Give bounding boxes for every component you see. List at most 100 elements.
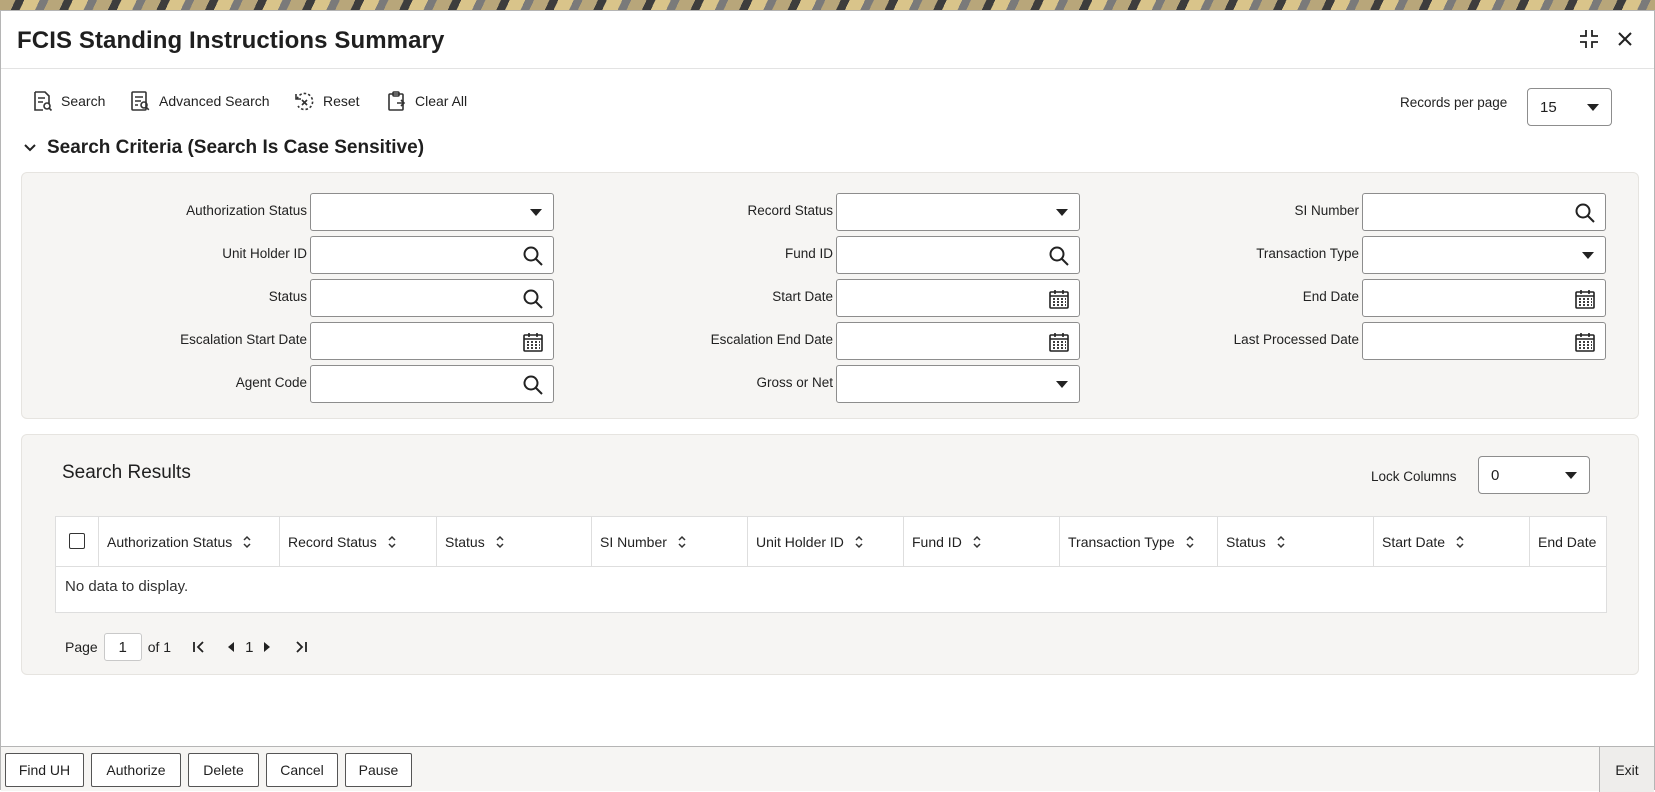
- chevron-down-icon: [1582, 252, 1594, 259]
- records-per-page-value: 15: [1540, 98, 1557, 116]
- agent-code-input[interactable]: [310, 365, 554, 403]
- reset-button[interactable]: Reset: [293, 87, 360, 115]
- first-page-icon[interactable]: [189, 637, 209, 657]
- page-total-label: of 1: [147, 639, 172, 655]
- column-header[interactable]: Status: [1218, 517, 1374, 567]
- advanced-search-button[interactable]: Advanced Search: [129, 87, 270, 115]
- footer-bar: Find UH Authorize Delete Cancel Pause Ex…: [1, 746, 1654, 792]
- end-date-label: End Date: [1302, 289, 1359, 304]
- escalation-start-date-label: Escalation Start Date: [180, 332, 307, 347]
- last-page-icon[interactable]: [291, 637, 311, 657]
- window-decoration-strip: [0, 0, 1655, 10]
- last-processed-date-input[interactable]: [1362, 322, 1606, 360]
- clear-all-button-label: Clear All: [415, 93, 468, 109]
- column-header[interactable]: Authorization Status: [99, 517, 280, 567]
- find-uh-button[interactable]: Find UH: [5, 753, 84, 787]
- si-number-input[interactable]: [1362, 193, 1606, 231]
- sort-icon[interactable]: [972, 535, 982, 549]
- lock-columns-select[interactable]: 0: [1478, 456, 1590, 494]
- pause-button[interactable]: Pause: [345, 753, 412, 787]
- escalation-end-date-input[interactable]: [836, 322, 1080, 360]
- lock-columns-label: Lock Columns: [1371, 469, 1457, 484]
- authorization-status-select[interactable]: [310, 193, 554, 231]
- search-icon[interactable]: [522, 245, 544, 267]
- column-header[interactable]: Unit Holder ID: [748, 517, 904, 567]
- title-bar: FCIS Standing Instructions Summary: [1, 11, 1654, 69]
- search-button[interactable]: Search: [31, 87, 105, 115]
- column-header-label: End Date: [1538, 534, 1597, 550]
- search-icon[interactable]: [1048, 245, 1070, 267]
- column-header-label: Status: [445, 534, 485, 550]
- column-header[interactable]: Transaction Type: [1060, 517, 1218, 567]
- sort-icon[interactable]: [1185, 535, 1195, 549]
- chevron-down-icon: [1056, 209, 1068, 216]
- fund-id-input[interactable]: [836, 236, 1080, 274]
- transaction-type-select[interactable]: [1362, 236, 1606, 274]
- chevron-down-icon: [530, 209, 542, 216]
- column-header[interactable]: Status: [437, 517, 592, 567]
- clear-all-button[interactable]: Clear All: [385, 87, 467, 115]
- column-header[interactable]: Record Status: [280, 517, 437, 567]
- unit-holder-id-input[interactable]: [310, 236, 554, 274]
- search-criteria-panel: Authorization Status Record Status SI Nu…: [21, 172, 1639, 419]
- records-per-page-label: Records per page: [1400, 95, 1508, 110]
- results-table: Authorization Status Record Status Statu…: [55, 516, 1607, 613]
- calendar-icon[interactable]: [1574, 288, 1596, 310]
- column-header[interactable]: SI Number: [592, 517, 748, 567]
- unit-holder-id-label: Unit Holder ID: [222, 246, 307, 261]
- calendar-icon[interactable]: [1048, 331, 1070, 353]
- sort-icon[interactable]: [495, 535, 505, 549]
- sort-icon[interactable]: [1276, 535, 1286, 549]
- next-page-icon[interactable]: [257, 637, 277, 657]
- search-icon[interactable]: [522, 374, 544, 396]
- column-header-label: Fund ID: [912, 534, 962, 550]
- sort-icon[interactable]: [854, 535, 864, 549]
- sort-icon[interactable]: [387, 535, 397, 549]
- search-criteria-toggle[interactable]: Search Criteria (Search Is Case Sensitiv…: [23, 137, 424, 159]
- column-header[interactable]: Start Date: [1374, 517, 1530, 567]
- start-date-label: Start Date: [772, 289, 833, 304]
- close-icon[interactable]: [1611, 25, 1639, 53]
- si-number-label: SI Number: [1294, 203, 1359, 218]
- gross-or-net-label: Gross or Net: [756, 375, 833, 390]
- page-label: Page: [65, 639, 98, 655]
- clipboard-icon: [388, 91, 406, 111]
- sort-icon[interactable]: [1455, 535, 1465, 549]
- previous-page-icon[interactable]: [221, 637, 241, 657]
- column-header[interactable]: End Date: [1530, 517, 1608, 567]
- records-per-page-select[interactable]: 15: [1527, 88, 1612, 126]
- lock-columns-value: 0: [1491, 466, 1500, 484]
- pagination: Page 1 of 1 1: [65, 632, 311, 662]
- authorize-button[interactable]: Authorize: [91, 753, 181, 787]
- escalation-end-date-label: Escalation End Date: [710, 332, 833, 347]
- reset-icon: [295, 92, 314, 111]
- escalation-start-date-input[interactable]: [310, 322, 554, 360]
- authorization-status-label: Authorization Status: [186, 203, 307, 218]
- calendar-icon[interactable]: [522, 331, 544, 353]
- calendar-icon[interactable]: [1574, 331, 1596, 353]
- search-icon[interactable]: [522, 288, 544, 310]
- cancel-button[interactable]: Cancel: [266, 753, 338, 787]
- column-header[interactable]: Fund ID: [904, 517, 1060, 567]
- search-results-title: Search Results: [62, 462, 191, 483]
- chevron-down-icon: [1565, 472, 1577, 479]
- record-status-select[interactable]: [836, 193, 1080, 231]
- window-title: FCIS Standing Instructions Summary: [17, 27, 445, 54]
- column-header-label: Unit Holder ID: [756, 534, 844, 550]
- select-all-checkbox[interactable]: [69, 533, 85, 549]
- search-icon[interactable]: [1574, 202, 1596, 224]
- sort-icon[interactable]: [242, 535, 252, 549]
- delete-button[interactable]: Delete: [188, 753, 259, 787]
- calendar-icon[interactable]: [1048, 288, 1070, 310]
- sort-icon[interactable]: [677, 535, 687, 549]
- restore-icon[interactable]: [1575, 25, 1603, 53]
- column-header-label: Authorization Status: [107, 534, 233, 550]
- status-input[interactable]: [310, 279, 554, 317]
- page-number-input[interactable]: 1: [103, 633, 142, 661]
- gross-or-net-select[interactable]: [836, 365, 1080, 403]
- end-date-input[interactable]: [1362, 279, 1606, 317]
- exit-button[interactable]: Exit: [1599, 747, 1654, 792]
- chevron-down-icon: [24, 144, 36, 152]
- select-all-cell: [56, 517, 99, 567]
- start-date-input[interactable]: [836, 279, 1080, 317]
